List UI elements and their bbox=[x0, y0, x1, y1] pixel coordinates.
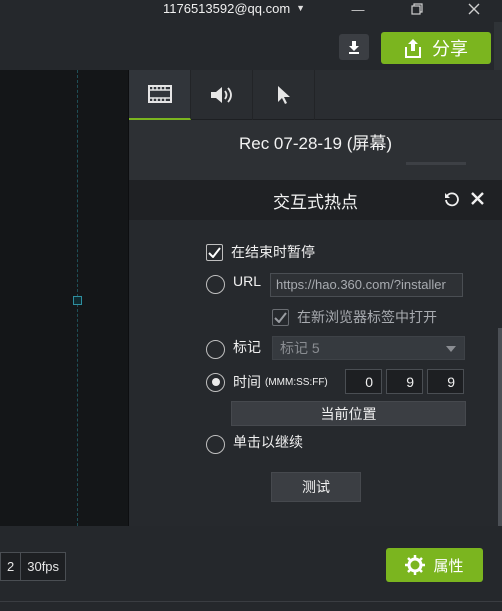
url-input[interactable]: https://hao.360.com/?installer bbox=[270, 273, 463, 297]
section-head-icons bbox=[444, 192, 484, 207]
time-radio[interactable] bbox=[206, 372, 225, 392]
check-icon bbox=[208, 246, 221, 258]
preview-canvas[interactable] bbox=[0, 70, 128, 526]
url-label: URL bbox=[233, 272, 262, 289]
fps-prefix: 2 bbox=[7, 559, 15, 574]
open-new-tab-option[interactable]: 在新浏览器标签中打开 bbox=[272, 307, 437, 327]
marker-option[interactable]: 标记 bbox=[206, 338, 261, 359]
url-option[interactable]: URL bbox=[206, 272, 262, 294]
tab-cursor[interactable] bbox=[253, 70, 315, 120]
account-menu[interactable]: 1176513592@qq.com ▼ bbox=[163, 0, 305, 16]
restore-button[interactable] bbox=[402, 0, 432, 18]
caret-down-icon: ▼ bbox=[296, 3, 306, 13]
download-icon bbox=[349, 41, 359, 54]
radio-dot bbox=[211, 378, 220, 386]
speaker-icon bbox=[210, 87, 232, 103]
marker-select[interactable]: 标记 5 bbox=[272, 336, 465, 360]
new-tab-checkbox[interactable] bbox=[272, 308, 289, 326]
tab-visual[interactable] bbox=[129, 70, 191, 120]
time-seconds[interactable]: 9 bbox=[386, 369, 423, 394]
properties-label: 属性 bbox=[433, 557, 464, 575]
close-icon bbox=[468, 3, 480, 15]
marker-select-value: 标记 5 bbox=[280, 340, 320, 356]
click-continue-option[interactable]: 单击以继续 bbox=[206, 433, 303, 454]
current-position-button[interactable]: 当前位置 bbox=[231, 401, 466, 426]
fps-value: 30fps bbox=[20, 553, 65, 580]
time-format: (MMM:SS:FF) bbox=[265, 376, 328, 388]
pause-label: 在结束时暂停 bbox=[231, 244, 315, 260]
url-radio[interactable] bbox=[206, 275, 225, 294]
restore-icon bbox=[411, 3, 423, 15]
media-title: Rec 07-28-19 (屏幕) bbox=[129, 120, 502, 162]
new-tab-label: 在新浏览器标签中打开 bbox=[297, 309, 437, 325]
divider-line bbox=[0, 601, 502, 602]
toolbar: 分享 bbox=[0, 22, 502, 70]
properties-panel: Rec 07-28-19 (屏幕) 交互式热点 在结束时暂停 URL https… bbox=[129, 70, 502, 526]
panel-tabs bbox=[129, 70, 502, 120]
reset-icon[interactable] bbox=[444, 192, 459, 207]
time-option[interactable]: 时间 (MMM:SS:FF) bbox=[206, 372, 328, 392]
close-window-button[interactable] bbox=[459, 0, 489, 18]
separator bbox=[406, 162, 466, 165]
minimize-button[interactable]: — bbox=[343, 0, 373, 18]
share-button[interactable]: 分享 bbox=[381, 32, 491, 64]
time-label: 时间 bbox=[233, 374, 261, 390]
gear-icon bbox=[405, 555, 426, 575]
scrollbar[interactable] bbox=[498, 328, 502, 526]
remove-icon[interactable] bbox=[471, 192, 484, 205]
download-button[interactable] bbox=[339, 34, 369, 60]
marker-label: 标记 bbox=[233, 338, 261, 355]
properties-button[interactable]: 属性 bbox=[386, 548, 483, 582]
test-button[interactable]: 测试 bbox=[271, 472, 361, 502]
marker-radio[interactable] bbox=[206, 340, 225, 359]
title-bar: 1176513592@qq.com ▼ — bbox=[0, 0, 502, 22]
chevron-down-icon bbox=[446, 346, 456, 352]
check-icon bbox=[274, 311, 287, 323]
time-minutes[interactable]: 0 bbox=[345, 369, 382, 394]
pause-checkbox[interactable] bbox=[206, 243, 223, 261]
share-icon bbox=[405, 39, 421, 58]
cursor-icon bbox=[277, 86, 290, 104]
minimize-icon: — bbox=[351, 1, 365, 17]
account-email: 1176513592@qq.com bbox=[163, 0, 291, 16]
time-frames[interactable]: 9 bbox=[427, 369, 464, 394]
tab-audio[interactable] bbox=[191, 70, 253, 120]
click-continue-radio[interactable] bbox=[206, 435, 225, 454]
resize-handle[interactable] bbox=[73, 296, 82, 305]
click-continue-label: 单击以继续 bbox=[233, 433, 303, 450]
share-label: 分享 bbox=[432, 39, 468, 59]
film-icon bbox=[147, 85, 172, 103]
fps-selector[interactable]: 2 30fps bbox=[0, 552, 67, 581]
pause-at-end-option[interactable]: 在结束时暂停 bbox=[206, 242, 315, 262]
